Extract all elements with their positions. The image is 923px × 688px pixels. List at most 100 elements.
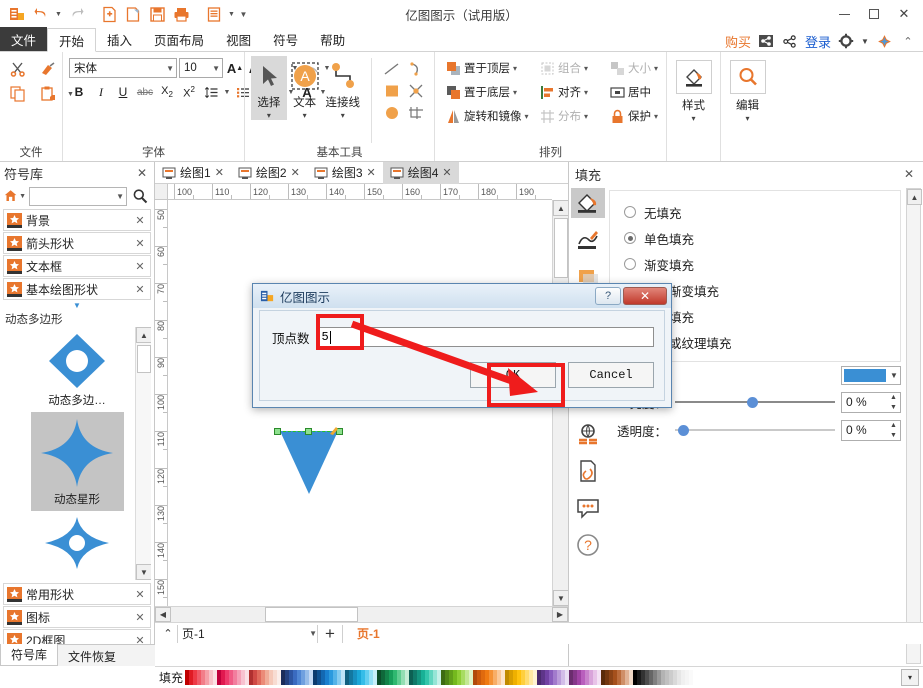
bold-button[interactable]: B — [69, 82, 89, 102]
library-item-text-box[interactable]: 文本框 ✕ — [3, 255, 151, 277]
sidebar-tab-symbol-library[interactable]: 符号库 — [0, 644, 58, 666]
fill-icon[interactable] — [571, 188, 605, 218]
rotate-flip-button[interactable]: 旋转和镜像 ▾ — [441, 105, 533, 127]
arc-shape-tool[interactable] — [404, 58, 428, 80]
shape-thumb-dynamic-polygon[interactable]: 动态多边… — [31, 327, 124, 412]
freeform-shape-tool[interactable] — [404, 102, 428, 124]
sidebar-tab-file-recovery[interactable]: 文件恢复 — [58, 645, 126, 667]
font-family-combo[interactable]: 宋体 ▼ — [69, 58, 177, 78]
document-tab-4[interactable]: 绘图4 ✕ — [383, 162, 459, 184]
underline-button[interactable]: U — [113, 82, 133, 102]
close-icon[interactable]: ✕ — [291, 166, 300, 179]
font-size-combo[interactable]: 10 ▼ — [179, 58, 223, 78]
send-to-back-button[interactable]: 置于底层 ▾ — [441, 81, 533, 103]
resize-handle[interactable] — [274, 428, 281, 435]
italic-button[interactable]: I — [91, 82, 111, 102]
search-input[interactable]: ▼ — [29, 187, 127, 206]
close-button[interactable]: ✕ — [889, 3, 919, 25]
ellipse-shape-tool[interactable] — [380, 102, 404, 124]
spinner-up-button[interactable]: ▲ — [887, 392, 900, 402]
tab-insert[interactable]: 插入 — [96, 27, 143, 51]
scroll-thumb[interactable] — [137, 345, 151, 373]
chevron-down-icon[interactable]: ▼ — [307, 629, 317, 638]
transparency-slider[interactable] — [675, 421, 835, 439]
share-icon[interactable] — [781, 32, 799, 50]
attachment-icon[interactable] — [571, 456, 605, 486]
horizontal-ruler[interactable]: 100110120130140150160170180190 — [168, 184, 552, 200]
select-tool-caret[interactable]: ▾ — [267, 112, 271, 120]
collapse-icon[interactable]: ⌃ — [159, 625, 177, 643]
export-icon[interactable] — [203, 3, 225, 25]
scroll-up-button[interactable]: ▲ — [907, 189, 922, 205]
home-icon[interactable]: ▼ — [4, 187, 26, 205]
spinner-down-button[interactable]: ▼ — [887, 430, 900, 440]
login-link[interactable]: 登录 — [805, 32, 831, 51]
collapse-ribbon-icon[interactable]: ⌃ — [899, 32, 917, 50]
resize-handle[interactable] — [305, 428, 312, 435]
palette-swatch[interactable] — [693, 670, 697, 685]
settings-dropdown-icon[interactable]: ▼ — [861, 32, 869, 50]
edit-caret[interactable]: ▾ — [745, 115, 749, 123]
tab-help[interactable]: 帮助 — [309, 27, 356, 51]
slider-knob[interactable] — [678, 425, 689, 436]
selected-shape-triangle[interactable] — [274, 428, 344, 498]
copy-button[interactable] — [6, 83, 30, 105]
comment-icon[interactable] — [571, 493, 605, 523]
close-icon[interactable]: ✕ — [133, 611, 147, 624]
style-button[interactable]: 样式 ▾ — [676, 60, 712, 123]
canvas-scroll-thumb[interactable] — [554, 218, 568, 278]
radio-button[interactable] — [624, 206, 636, 218]
connector-tool-button[interactable]: 连接线 ▾ — [323, 56, 363, 120]
line-icon[interactable] — [571, 225, 605, 255]
save-icon[interactable] — [146, 3, 168, 25]
hyperlink-icon[interactable] — [571, 419, 605, 449]
close-icon[interactable]: ✕ — [133, 214, 147, 227]
grow-font-button[interactable]: A▲ — [225, 58, 245, 78]
rectangle-shape-tool[interactable] — [380, 80, 404, 102]
close-icon[interactable]: ✕ — [133, 283, 147, 296]
app-logo-icon[interactable] — [6, 3, 28, 25]
pen-shape-tool[interactable] — [404, 80, 428, 102]
current-page-tab[interactable]: 页-1 — [343, 625, 380, 642]
close-icon[interactable]: ✕ — [133, 260, 147, 273]
close-icon[interactable]: ✕ — [442, 166, 451, 179]
subscript-button[interactable]: X2 — [157, 82, 177, 102]
vertical-ruler[interactable]: 5060708090100110120130140150 — [155, 200, 168, 606]
chevron-down-icon[interactable]: ▼ — [114, 192, 124, 201]
minimize-button[interactable] — [829, 3, 859, 25]
format-painter-button[interactable] — [36, 58, 60, 80]
center-button[interactable]: 居中 — [605, 81, 669, 103]
shape-thumb-star-ring[interactable] — [31, 511, 124, 576]
fill-panel-scrollbar[interactable]: ▲ — [906, 188, 921, 664]
slider-knob[interactable] — [747, 397, 758, 408]
paste-button[interactable] — [36, 83, 60, 105]
shape-thumb-dynamic-star[interactable]: 动态星形 — [31, 412, 124, 511]
undo-icon[interactable] — [30, 3, 52, 25]
shape-list-scrollbar[interactable]: ▲ ▼ — [135, 327, 151, 580]
page-selector-combo[interactable]: 页-1 ▼ — [177, 625, 317, 643]
brightness-slider[interactable] — [675, 393, 835, 411]
customize-qat-icon[interactable]: ▼ — [238, 3, 249, 25]
add-page-button[interactable]: + — [317, 625, 343, 643]
app-brand-icon[interactable] — [875, 32, 893, 50]
print-icon[interactable] — [170, 3, 192, 25]
group-button[interactable]: 组合 ▾ — [535, 57, 603, 79]
canvas-scroll-left-button[interactable]: ◀ — [155, 607, 171, 622]
redo-icon[interactable] — [65, 3, 87, 25]
tab-home[interactable]: 开始 — [47, 28, 96, 52]
library-item-common-shapes[interactable]: 常用形状 ✕ — [3, 583, 151, 605]
canvas-hscroll-thumb[interactable] — [265, 607, 358, 622]
chevron-down-icon[interactable]: ▼ — [888, 371, 900, 380]
gear-icon[interactable] — [837, 32, 855, 50]
cut-button[interactable] — [6, 58, 30, 80]
close-icon[interactable]: ✕ — [133, 588, 147, 601]
superscript-button[interactable]: X2 — [179, 82, 199, 102]
open-file-icon[interactable] — [122, 3, 144, 25]
radio-button[interactable] — [624, 232, 636, 244]
dialog-close-button[interactable]: ✕ — [623, 287, 667, 305]
text-tool-button[interactable]: A 文本 ▾ — [287, 56, 323, 120]
share-cloud-icon[interactable] — [757, 32, 775, 50]
close-icon[interactable]: ✕ — [367, 166, 376, 179]
spinner-down-button[interactable]: ▼ — [887, 402, 900, 412]
rotation-handle-icon[interactable] — [328, 425, 340, 440]
